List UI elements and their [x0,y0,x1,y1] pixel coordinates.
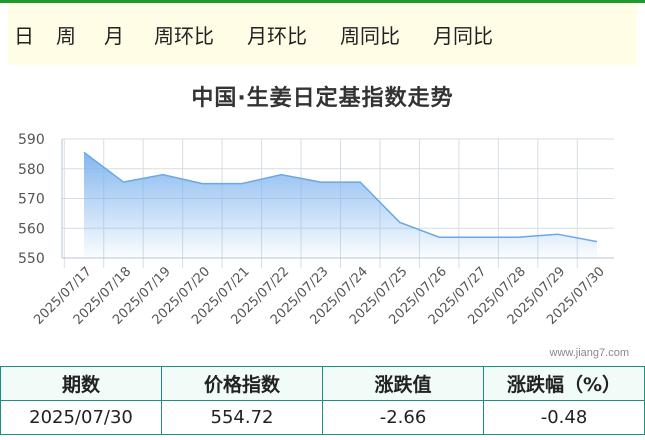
summary-header-row: 期数 价格指数 涨跌值 涨跌幅（%） [0,366,645,401]
header-change-value: 涨跌值 [322,366,484,401]
summary-table: 期数 价格指数 涨跌值 涨跌幅（%） 2025/07/30 554.72 -2.… [0,366,645,435]
table-row: 2025/07/30 554.72 -2.66 -0.48 [0,400,645,435]
cell-price-index: 554.72 [161,400,323,435]
y-tick-label: 580 [18,162,45,178]
y-tick-label: 560 [18,221,45,237]
y-tick-label: 590 [18,132,45,148]
watermark-text: www.jiang7.com [549,347,629,359]
cell-change-percent: -0.48 [483,400,645,435]
y-tick-label: 570 [18,192,45,208]
cell-period: 2025/07/30 [0,400,162,435]
y-tick-label: 550 [18,251,45,267]
cell-change-value: -2.66 [322,400,484,435]
header-period: 期数 [0,366,162,401]
price-index-chart: 550560570580590 2025/07/172025/07/182025… [18,132,614,328]
header-change-percent: 涨跌幅（%） [483,366,645,401]
header-price-index: 价格指数 [161,366,323,401]
